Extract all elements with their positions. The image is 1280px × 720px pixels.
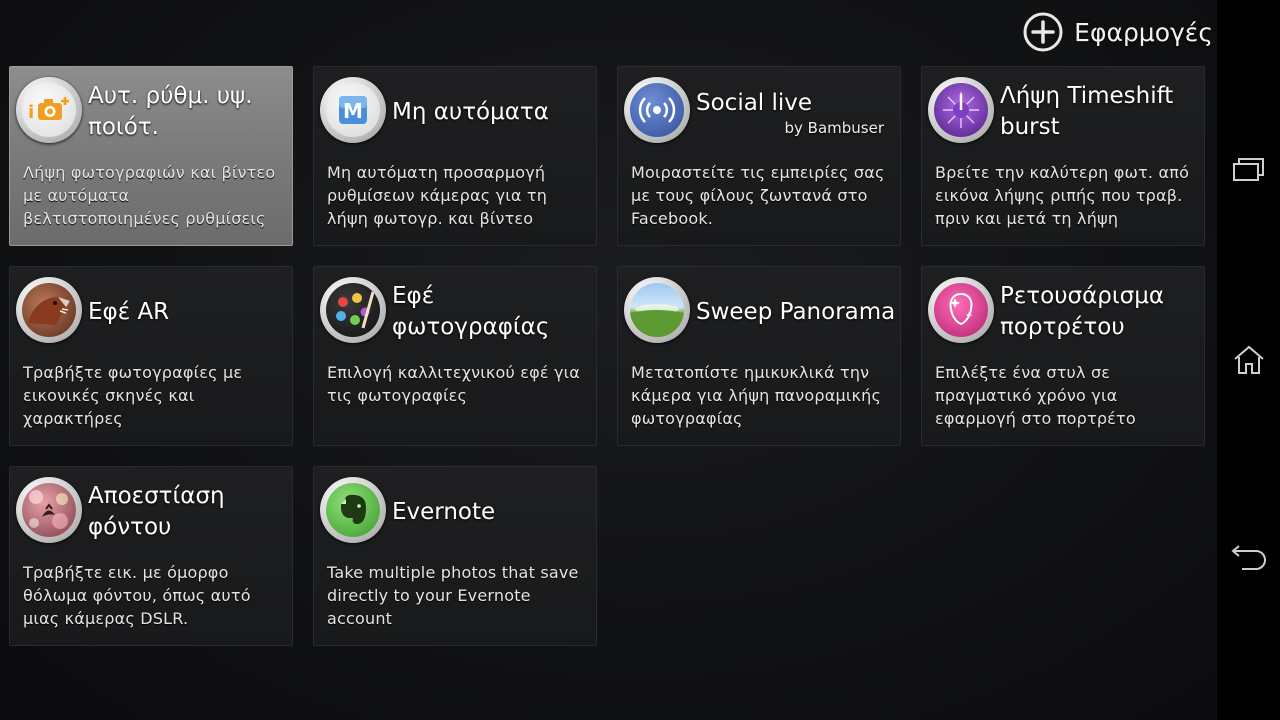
app-tile-title-block: Λήψη Timeshift burst xyxy=(1000,67,1200,157)
home-icon xyxy=(1233,345,1264,374)
app-tile-title: Ρετουσάρισμα πορτρέτου xyxy=(1000,283,1165,340)
app-tile-description: Λήψη φωτογραφιών και βίντεο με αυτόματα … xyxy=(23,163,276,228)
app-tile-title-block: Εφέ φωτογραφίας xyxy=(392,267,592,357)
svg-text:i: i xyxy=(28,102,34,123)
app-tile-title: Αποεστίαση φόντου xyxy=(88,483,225,540)
broadcast-icon xyxy=(624,77,690,143)
app-tile-title: Λήψη Timeshift burst xyxy=(1000,83,1174,140)
app-tile-description: Take multiple photos that save directly … xyxy=(327,563,579,628)
app-tile-background-defocus[interactable]: Αποεστίαση φόντου Τραβήξτε εικ. με όμορφ… xyxy=(9,466,293,646)
panorama-icon xyxy=(624,277,690,343)
app-tile-title: Μη αυτόματα xyxy=(392,98,549,125)
recent-apps-button[interactable] xyxy=(1217,140,1280,200)
app-tile-title-block: Sweep Panorama xyxy=(696,267,896,357)
portrait-retouch-icon xyxy=(928,277,994,343)
app-tile-description: Επιλέξτε ένα στυλ σε πραγματικό χρόνο γι… xyxy=(935,363,1136,428)
app-tile-title-block: Social live by Bambuser xyxy=(696,67,896,157)
app-tile-description: Τραβήξτε εικ. με όμορφο θόλωμα φόντου, ό… xyxy=(23,563,251,628)
app-tile-picture-effect[interactable]: Εφέ φωτογραφίας Επιλογή καλλιτεχνικού εφ… xyxy=(313,266,597,446)
app-tile-title-block: Μη αυτόματα xyxy=(392,67,592,157)
system-navigation-bar xyxy=(1217,0,1280,720)
app-tile-title-block: Ρετουσάρισμα πορτρέτου xyxy=(1000,267,1200,357)
camera-apps-screen: Εφαρμογές i Αυτ. ρύθμ. υψ. ποιότ. Λήψη φ… xyxy=(0,0,1217,720)
home-button[interactable] xyxy=(1217,330,1280,390)
app-tile-timeshift-burst[interactable]: Λήψη Timeshift burst Βρείτε την καλύτερη… xyxy=(921,66,1205,246)
manual-m-icon: M xyxy=(320,77,386,143)
recent-apps-icon xyxy=(1232,158,1264,181)
app-tile-title: Εφέ φωτογραφίας xyxy=(392,283,550,340)
app-tile-title: Evernote xyxy=(392,498,496,525)
app-tile-sweep-panorama[interactable]: Sweep Panorama Μετατοπίστε ημικυκλικά τη… xyxy=(617,266,901,446)
app-tile-title: Αυτ. ρύθμ. υψ. ποιότ. xyxy=(88,83,253,140)
dinosaur-icon xyxy=(16,277,82,343)
app-tile-manual[interactable]: M Μη αυτόματα Μη αυτόματη προσαρμογή ρυθ… xyxy=(313,66,597,246)
app-tile-portrait-retouch[interactable]: Ρετουσάρισμα πορτρέτου Επιλέξτε ένα στυλ… xyxy=(921,266,1205,446)
bokeh-icon xyxy=(16,477,82,543)
app-tile-title: Social live xyxy=(696,89,813,116)
svg-text:M: M xyxy=(343,99,363,123)
app-tile-subtitle: by Bambuser xyxy=(784,118,885,137)
app-tile-description: Μετατοπίστε ημικυκλικά την κάμερα για λή… xyxy=(631,363,882,428)
app-tile-description: Μοιραστείτε τις εμπειρίες σας με τους φί… xyxy=(631,163,885,228)
superior-auto-camera-icon: i xyxy=(16,77,82,143)
app-tile-title: Sweep Panorama xyxy=(696,298,896,325)
app-tile-description: Επιλογή καλλιτεχνικού εφέ για τις φωτογρ… xyxy=(327,363,581,405)
palette-icon xyxy=(320,277,386,343)
app-tile-description: Βρείτε την καλύτερη φωτ. από εικόνα λήψη… xyxy=(935,163,1190,228)
app-tile-title: Εφέ AR xyxy=(88,298,170,325)
app-tile-title-block: Αυτ. ρύθμ. υψ. ποιότ. xyxy=(88,67,288,157)
back-icon xyxy=(1230,545,1266,570)
app-tile-description: Μη αυτόματη προσαρμογή ρυθμίσεων κάμερας… xyxy=(327,163,548,228)
plus-circle-icon xyxy=(1023,12,1063,52)
app-tile-title-block: Εφέ AR xyxy=(88,267,288,357)
back-button[interactable] xyxy=(1217,527,1280,587)
app-tile-description: Τραβήξτε φωτογραφίες με εικονικές σκηνές… xyxy=(23,363,243,428)
app-tile-superior-auto[interactable]: i Αυτ. ρύθμ. υψ. ποιότ. Λήψη φωτογραφιών… xyxy=(9,66,293,246)
app-tile-title-block: Evernote xyxy=(392,467,592,557)
app-tile-ar-effect[interactable]: Εφέ AR Τραβήξτε φωτογραφίες με εικονικές… xyxy=(9,266,293,446)
app-tile-evernote[interactable]: Evernote Take multiple photos that save … xyxy=(313,466,597,646)
evernote-elephant-icon xyxy=(320,477,386,543)
add-apps-button[interactable]: Εφαρμογές xyxy=(1022,10,1213,54)
add-apps-label: Εφαρμογές xyxy=(1074,17,1213,47)
app-tile-social-live[interactable]: Social live by Bambuser Μοιραστείτε τις … xyxy=(617,66,901,246)
app-tile-title-block: Αποεστίαση φόντου xyxy=(88,467,288,557)
timeshift-icon xyxy=(928,77,994,143)
